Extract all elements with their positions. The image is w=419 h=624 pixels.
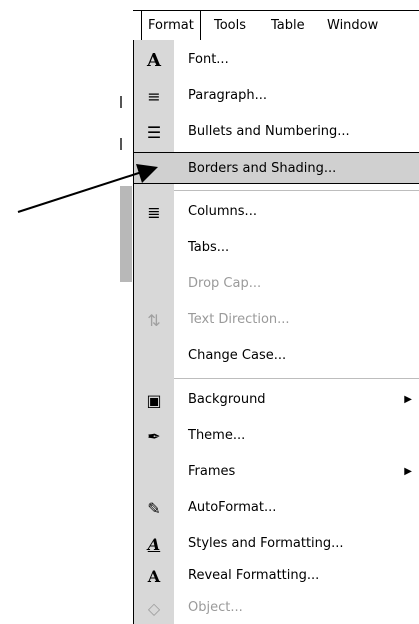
menu-item-label: Object...: [188, 600, 243, 615]
menu-table[interactable]: Table: [265, 11, 311, 41]
menu-item-label: Font...: [188, 52, 229, 67]
background-window-edge: [120, 186, 132, 282]
paragraph-icon: ≡: [147, 86, 161, 106]
menu-item-label: Frames: [188, 464, 236, 479]
menu-item-label: Theme...: [188, 428, 246, 443]
submenu-arrow-icon: ▶: [404, 394, 412, 405]
menu-item-drop-cap: Drop Cap...: [134, 268, 419, 300]
menu-item-label: Styles and Formatting...: [188, 536, 344, 551]
submenu-arrow-icon: ▶: [404, 466, 412, 477]
menu-separator: [174, 190, 419, 191]
menu-item-label: Tabs...: [188, 240, 230, 255]
autoformat-icon: ✎: [147, 498, 161, 518]
menu-item-label: Columns...: [188, 204, 257, 219]
menu-item-borders-and-shading[interactable]: Borders and Shading...: [134, 152, 419, 184]
theme-icon: ✒: [147, 426, 161, 446]
reveal-formatting-icon: A: [147, 566, 161, 586]
menu-item-autoformat[interactable]: ✎ AutoFormat...: [134, 492, 419, 524]
menu-separator: [174, 378, 419, 379]
menu-item-label: AutoFormat...: [188, 500, 277, 515]
menu-item-label: Borders and Shading...: [188, 161, 337, 176]
format-dropdown-menu: A Font... ≡ Paragraph... ☰ Bullets and N…: [133, 40, 419, 624]
menu-item-label: Background: [188, 392, 266, 407]
menu-item-label: Paragraph...: [188, 88, 267, 103]
font-icon: A: [147, 49, 161, 71]
menu-item-styles-and-formatting[interactable]: A Styles and Formatting...: [134, 528, 419, 560]
columns-icon: ≣: [147, 202, 161, 222]
menu-item-label: Reveal Formatting...: [188, 568, 320, 583]
bullets-icon: ☰: [146, 122, 162, 142]
menu-item-frames[interactable]: Frames ▶: [134, 456, 419, 488]
menu-item-tabs[interactable]: Tabs...: [134, 232, 419, 264]
menu-item-reveal-formatting[interactable]: A Reveal Formatting...: [134, 560, 419, 592]
menu-item-object: ◇ Object...: [134, 592, 419, 624]
styles-icon: A: [147, 534, 161, 554]
menu-item-paragraph[interactable]: ≡ Paragraph...: [134, 80, 419, 112]
text-direction-icon: ⇅: [147, 310, 161, 330]
background-window-edge: [120, 96, 122, 108]
menu-item-bullets-and-numbering[interactable]: ☰ Bullets and Numbering...: [134, 116, 419, 148]
menu-item-label: Text Direction...: [188, 312, 290, 327]
menu-bar: Format Tools Table Window: [133, 10, 419, 41]
background-window-edge: [120, 138, 122, 150]
menu-tools[interactable]: Tools: [208, 11, 252, 41]
menu-format[interactable]: Format: [141, 11, 201, 41]
menu-item-label: Change Case...: [188, 348, 287, 363]
object-icon: ◇: [147, 598, 161, 618]
menu-item-font[interactable]: A Font...: [134, 44, 419, 76]
background-icon: ▣: [146, 390, 162, 410]
menu-item-columns[interactable]: ≣ Columns...: [134, 196, 419, 228]
menu-item-text-direction: ⇅ Text Direction...: [134, 304, 419, 336]
menu-item-label: Bullets and Numbering...: [188, 124, 350, 139]
menu-item-background[interactable]: ▣ Background ▶: [134, 384, 419, 416]
menu-item-theme[interactable]: ✒ Theme...: [134, 420, 419, 452]
menu-item-label: Drop Cap...: [188, 276, 262, 291]
menu-item-change-case[interactable]: Change Case...: [134, 340, 419, 372]
menu-window[interactable]: Window: [321, 11, 384, 41]
